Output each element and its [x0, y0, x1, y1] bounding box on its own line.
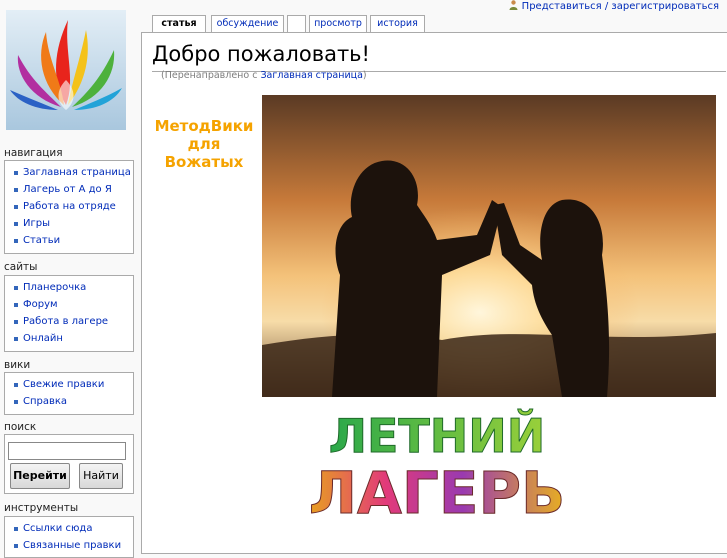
- wiki-item-recent-changes[interactable]: Свежие правки: [10, 376, 133, 393]
- methods-line-3: Вожатых: [164, 153, 244, 171]
- tab-history[interactable]: история: [370, 15, 425, 33]
- tools-item-related-changes[interactable]: Связанные правки: [10, 537, 133, 554]
- site-item-online[interactable]: Онлайн: [10, 330, 133, 347]
- methods-line-1: МетодВики: [154, 117, 254, 135]
- login-link-label: Представиться / зарегистрироваться: [521, 1, 719, 12]
- site-logo[interactable]: [6, 10, 126, 130]
- site-item-forum[interactable]: Форум: [10, 296, 133, 313]
- nav-item-squad-work[interactable]: Работа на отряде: [10, 198, 133, 215]
- go-button[interactable]: Перейти: [10, 463, 70, 489]
- search-title: поиск: [4, 421, 37, 433]
- redirect-suffix: ): [362, 70, 367, 81]
- methods-wiki-title: МетодВики для Вожатых: [152, 117, 256, 171]
- sites-title: сайты: [4, 261, 38, 273]
- find-button[interactable]: Найти: [79, 463, 123, 489]
- wiki-item-help[interactable]: Справка: [10, 393, 133, 410]
- nav-item-camp-a-to-z[interactable]: Лагерь от А до Я: [10, 181, 133, 198]
- redirect-link[interactable]: Заглавная страница: [260, 70, 362, 81]
- wiki-portlet: Свежие правки Справка: [4, 372, 134, 415]
- nav-item-main-page[interactable]: Заглавная страница: [10, 164, 133, 181]
- tools-portlet: Ссылки сюда Связанные правки: [4, 516, 134, 558]
- tools-title: инструменты: [4, 502, 79, 514]
- site-item-planerochka[interactable]: Планерочка: [10, 279, 133, 296]
- tools-item-what-links-here[interactable]: Ссылки сюда: [10, 520, 133, 537]
- site-item-camp-work[interactable]: Работа в лагере: [10, 313, 133, 330]
- content-area: Добро пожаловать! (Перенаправлено с Загл…: [141, 32, 727, 554]
- search-input[interactable]: [8, 442, 126, 460]
- wiki-title: вики: [4, 359, 31, 371]
- navigation-title: навигация: [4, 147, 63, 159]
- redirect-prefix: (Перенаправлено с: [161, 70, 261, 81]
- camp-line-1: ЛЕТНИЙ: [329, 409, 546, 463]
- login-link[interactable]: Представиться / зарегистрироваться: [509, 0, 719, 12]
- tab-empty[interactable]: [287, 15, 306, 33]
- camp-line-2: ЛАГЕРЬ: [309, 459, 565, 525]
- sunset-photo: [262, 95, 716, 397]
- summer-camp-banner: ЛЕТНИЙ ЛАГЕРЬ: [292, 400, 582, 528]
- tab-view-source[interactable]: просмотр: [309, 15, 367, 33]
- methods-line-2: для: [187, 135, 221, 153]
- navigation-portlet: Заглавная страница Лагерь от А до Я Рабо…: [4, 160, 134, 254]
- redirect-note: (Перенаправлено с Заглавная страница): [161, 70, 367, 81]
- page-title: Добро пожаловать!: [152, 42, 370, 66]
- tab-discussion[interactable]: обсуждение: [211, 15, 284, 33]
- nav-item-games[interactable]: Игры: [10, 215, 133, 232]
- user-icon: [509, 0, 518, 10]
- lotus-logo-icon: [6, 10, 126, 130]
- nav-item-articles[interactable]: Статьи: [10, 232, 133, 249]
- sites-portlet: Планерочка Форум Работа в лагере Онлайн: [4, 275, 134, 352]
